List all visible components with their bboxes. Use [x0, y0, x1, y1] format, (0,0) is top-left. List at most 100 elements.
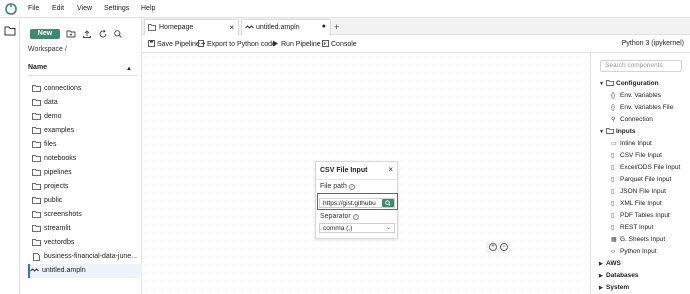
component-item[interactable]: ‹› Python Input — [611, 248, 657, 255]
run-pipeline-button[interactable]: Run Pipeline — [272, 40, 321, 48]
separator-select[interactable]: comma (,) ⌄ — [319, 223, 395, 233]
caret-right-icon: ▶ — [599, 261, 603, 267]
component-item[interactable]: ▯ Parquet File Input — [611, 176, 671, 183]
zoom-in-icon[interactable]: + — [489, 243, 497, 251]
zoom-out-icon[interactable]: − — [500, 243, 508, 251]
name-header-label: Name — [28, 64, 48, 71]
save-pipeline-label: Save Pipeline — [157, 41, 200, 48]
input-icon: ▭ — [611, 141, 617, 147]
separator-value: comma (,) — [323, 225, 353, 232]
file-item[interactable]: vectordbs — [32, 236, 142, 250]
unsaved-dot-icon[interactable]: ● — [322, 23, 326, 30]
component-label: Env. Variables — [620, 92, 661, 99]
search-components-input[interactable]: Search components — [600, 60, 682, 72]
export-python-button[interactable]: Export to Python code — [198, 40, 276, 48]
file-item[interactable]: files — [32, 138, 142, 152]
file-item-label: business-financial-data-june... — [44, 253, 137, 260]
file-item-label: data — [44, 99, 58, 106]
file-item[interactable]: pipelines — [32, 166, 142, 180]
file-item[interactable]: examples — [32, 124, 142, 138]
category-label: AWS — [606, 260, 621, 267]
folder-icon — [32, 239, 41, 246]
document-icon: ▯ — [611, 153, 615, 159]
category-databases[interactable]: ▶ Databases — [599, 272, 639, 279]
file-item[interactable]: untitled.ampln — [28, 264, 142, 278]
menu-file[interactable]: File — [28, 5, 39, 12]
component-item[interactable]: {} Env. Variables — [611, 92, 661, 99]
new-folder-icon[interactable] — [66, 29, 76, 39]
file-item[interactable]: notebooks — [32, 152, 142, 166]
component-item[interactable]: ▯ JSON File Input — [611, 188, 666, 195]
breadcrumb[interactable]: Workspace / — [28, 46, 67, 53]
key-icon: ⚲ — [611, 117, 616, 123]
separator-label: Separator? — [320, 213, 359, 220]
menu-bar: File Edit View Settings Help — [0, 0, 690, 18]
close-icon[interactable]: × — [388, 165, 393, 174]
menu-help[interactable]: Help — [141, 5, 155, 12]
separator-label-text: Separator — [320, 213, 351, 220]
tab-homepage[interactable]: Homepage × — [144, 19, 239, 35]
console-button[interactable]: Console — [322, 40, 357, 48]
menu-view[interactable]: View — [77, 5, 92, 12]
component-item[interactable]: ▯ XML File Input — [611, 200, 662, 207]
csv-file-input-node[interactable]: CSV File Input × File path? https://gist… — [315, 161, 398, 239]
folder-icon — [606, 128, 614, 134]
tab-untitled-ampln[interactable]: untitled.ampln ● — [241, 19, 331, 35]
folder-icon — [32, 141, 41, 148]
category-inputs[interactable]: ▼ Inputs — [599, 128, 636, 135]
component-label: PDF Tables Input — [620, 212, 670, 219]
file-item[interactable]: business-financial-data-june... — [32, 250, 142, 264]
folder-icon — [606, 80, 614, 86]
component-item[interactable]: ▯ Excel/ODS File Input — [611, 164, 680, 171]
node-title: CSV File Input — [320, 167, 368, 174]
upload-icon[interactable] — [82, 29, 92, 39]
new-button[interactable]: New — [30, 29, 60, 39]
caret-down-icon: ▼ — [599, 129, 604, 135]
folder-icon — [148, 24, 156, 31]
file-item[interactable]: projects — [32, 180, 142, 194]
file-item[interactable]: data — [32, 96, 142, 110]
menu-edit[interactable]: Edit — [52, 5, 64, 12]
component-item[interactable]: ▭ Inline Input — [611, 140, 652, 147]
document-icon: ▯ — [611, 201, 615, 207]
category-aws[interactable]: ▶ AWS — [599, 260, 621, 267]
category-label: System — [606, 284, 630, 291]
category-configuration[interactable]: ▼ Configuration — [599, 80, 659, 87]
folder-icon — [32, 169, 41, 176]
braces-icon: {} — [611, 93, 616, 99]
save-icon — [148, 40, 155, 47]
help-icon[interactable]: ? — [348, 184, 355, 190]
file-item-label: demo — [44, 113, 62, 120]
category-system[interactable]: ▶ System — [599, 284, 629, 291]
component-label: XML File Input — [620, 200, 662, 207]
component-item[interactable]: ▯ REST Input — [611, 224, 653, 231]
save-pipeline-button[interactable]: Save Pipeline — [148, 40, 200, 48]
folder-icon[interactable] — [4, 26, 16, 36]
file-item[interactable]: screenshots — [32, 208, 142, 222]
component-item[interactable]: ⚲ Connection — [611, 116, 653, 123]
pipeline-canvas[interactable]: CSV File Input × File path? https://gist… — [142, 53, 590, 294]
component-item[interactable]: ▦ G. Sheets Input — [611, 236, 665, 243]
add-tab-button[interactable]: + — [334, 22, 339, 32]
search-icon[interactable] — [113, 29, 123, 39]
component-label: G. Sheets Input — [620, 236, 666, 243]
refresh-icon[interactable] — [98, 29, 108, 39]
run-pipeline-label: Run Pipeline — [281, 41, 321, 48]
name-column-header[interactable]: Name ▲ — [28, 64, 138, 76]
help-icon[interactable]: ? — [352, 214, 359, 220]
code-icon: ‹› — [611, 249, 615, 255]
file-item[interactable]: connections — [32, 82, 142, 96]
component-item[interactable]: ▯ CSV File Input — [611, 152, 662, 159]
file-item[interactable]: public — [32, 194, 142, 208]
category-label: Inputs — [616, 128, 636, 135]
console-label: Console — [331, 41, 357, 48]
file-item[interactable]: streamlit — [32, 222, 142, 236]
file-browser: New Workspace / Name ▲ connections data de… — [20, 18, 142, 294]
kernel-status[interactable]: Python 3 (ipykernel) — [622, 40, 684, 47]
component-item[interactable]: ▯ PDF Tables Input — [611, 212, 670, 219]
file-item[interactable]: demo — [32, 110, 142, 124]
component-item[interactable]: {} Env. Variables File — [611, 104, 673, 111]
close-icon[interactable]: × — [229, 23, 234, 32]
menu-settings[interactable]: Settings — [104, 5, 129, 12]
category-label: Databases — [606, 272, 639, 279]
